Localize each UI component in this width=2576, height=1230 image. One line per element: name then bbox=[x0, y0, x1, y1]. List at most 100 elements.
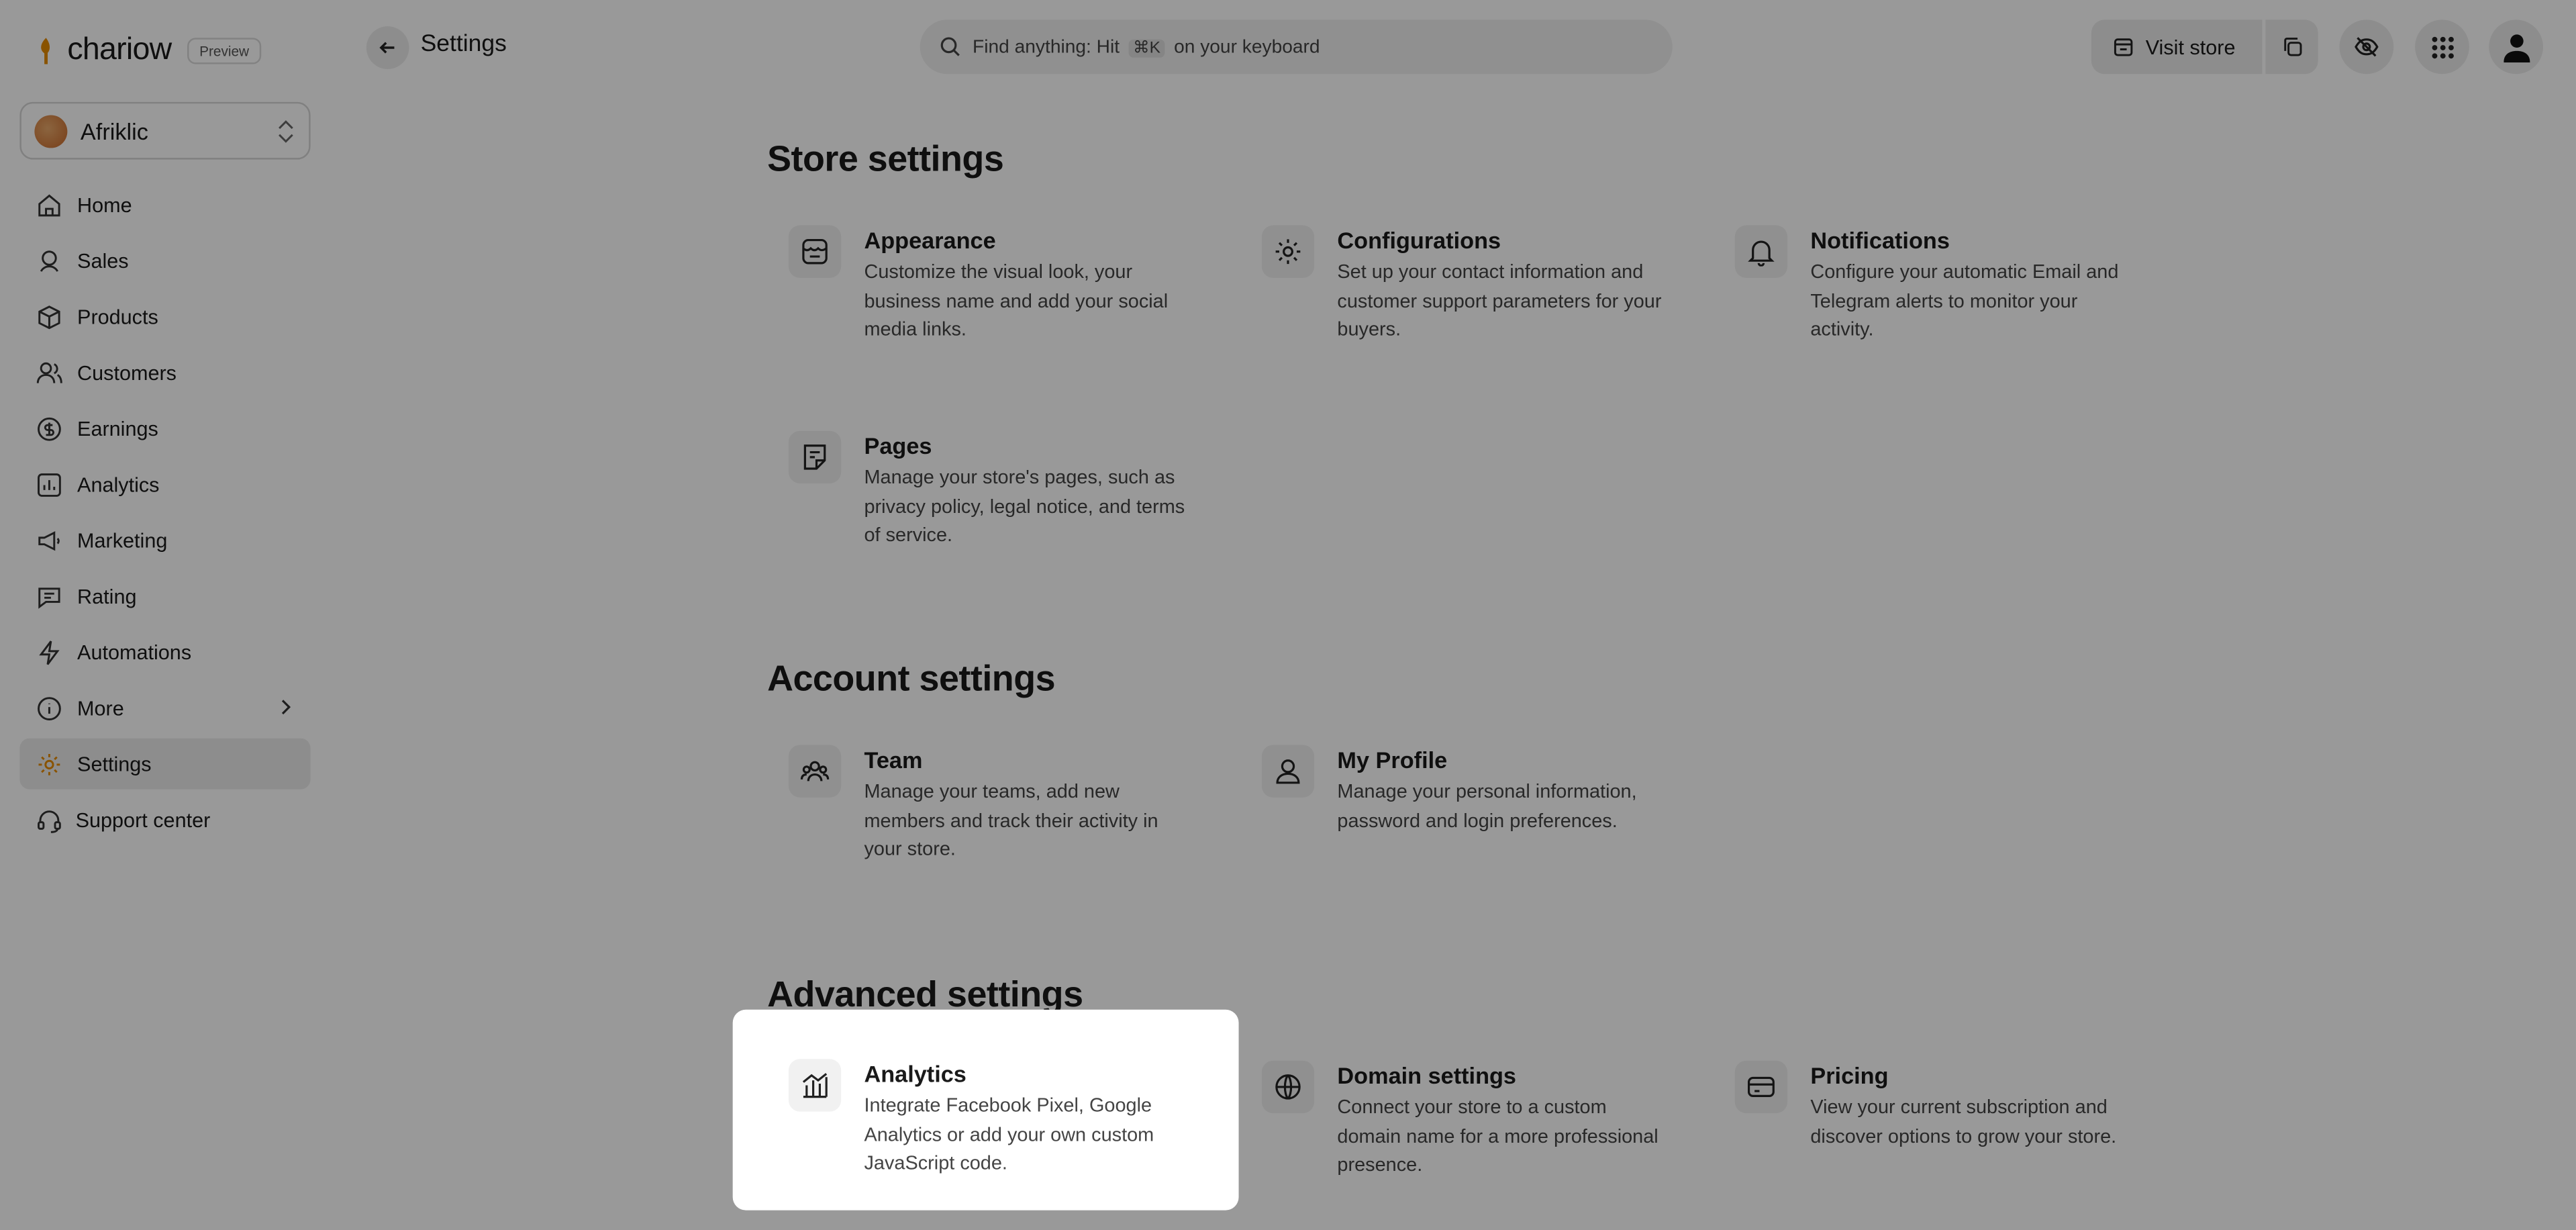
copy-link-button[interactable] bbox=[2265, 19, 2318, 75]
box-icon bbox=[36, 303, 62, 330]
pages-card[interactable]: Pages Manage your store's pages, such as… bbox=[788, 430, 1281, 615]
gear-icon bbox=[1261, 225, 1315, 278]
search-icon bbox=[940, 36, 961, 58]
section-title-account: Account settings bbox=[767, 657, 1056, 699]
sidebar-item-label: Settings bbox=[77, 752, 152, 775]
logo-text: chariow bbox=[67, 32, 172, 68]
card-title: Analytics bbox=[864, 1060, 967, 1087]
app-window: chariow Preview Settings Find anything: … bbox=[0, 0, 2576, 1230]
sidebar-item-label: Automations bbox=[77, 640, 192, 664]
search-input[interactable]: Find anything: Hit ⌘K on your keyboard bbox=[920, 19, 1673, 75]
card-title: Pricing bbox=[1810, 1062, 1889, 1089]
sidebar: Afriklic Home Sales Products Customers E… bbox=[0, 94, 329, 1230]
sidebar-item-label: Sales bbox=[77, 249, 129, 273]
card-description: View your current subscription and disco… bbox=[1810, 1095, 2117, 1147]
card-title: Domain settings bbox=[1337, 1062, 1516, 1089]
document-icon bbox=[788, 430, 842, 484]
appearance-card[interactable]: Appearance Customize the visual look, yo… bbox=[788, 225, 1281, 410]
card-description: Manage your teams, add new members and t… bbox=[864, 779, 1158, 861]
team-card[interactable]: Team Manage your teams, add new members … bbox=[788, 745, 1281, 929]
comment-icon bbox=[36, 583, 62, 609]
sidebar-item-customers[interactable]: Customers bbox=[19, 347, 310, 398]
hide-balance-button[interactable] bbox=[2339, 19, 2394, 75]
chevron-right-icon bbox=[278, 697, 294, 716]
visit-store-label: Visit store bbox=[2145, 35, 2236, 58]
eye-off-icon bbox=[2355, 34, 2379, 59]
notifications-card[interactable]: Notifications Configure your automatic E… bbox=[1734, 225, 2228, 410]
team-icon bbox=[788, 745, 842, 798]
sidebar-item-settings[interactable]: Settings bbox=[19, 738, 311, 790]
sidebar-item-label: Products bbox=[77, 305, 158, 328]
spotlight-frame: Analytics Integrate Facebook Pixel, Goog… bbox=[732, 1009, 1239, 1211]
search-placeholder: Find anything: Hit ⌘K on your keyboard bbox=[973, 37, 1320, 57]
sidebar-item-analytics[interactable]: Analytics bbox=[19, 459, 310, 510]
home-icon bbox=[36, 191, 62, 218]
my-profile-card[interactable]: My Profile Manage your personal informat… bbox=[1261, 745, 1754, 929]
sidebar-item-more[interactable]: More bbox=[19, 682, 310, 733]
sidebar-item-earnings[interactable]: Earnings bbox=[19, 403, 310, 454]
dollar-icon bbox=[36, 415, 62, 441]
logo-mark-icon bbox=[34, 34, 57, 67]
user-menu-button[interactable] bbox=[2489, 19, 2544, 75]
sidebar-nav: Home Sales Products Customers Earnings A… bbox=[19, 179, 311, 794]
sidebar-item-automations[interactable]: Automations bbox=[19, 626, 310, 677]
card-description: Configure your automatic Email and Teleg… bbox=[1810, 259, 2119, 341]
support-center-link[interactable]: Support center bbox=[36, 808, 210, 834]
sidebar-item-rating[interactable]: Rating bbox=[19, 571, 310, 622]
apps-button[interactable] bbox=[2415, 19, 2469, 75]
sidebar-item-label: More bbox=[77, 696, 124, 720]
sidebar-item-marketing[interactable]: Marketing bbox=[19, 515, 310, 566]
sidebar-item-label: Home bbox=[77, 193, 132, 217]
pricing-card[interactable]: Pricing View your current subscription a… bbox=[1734, 1060, 2228, 1230]
card-title: Appearance bbox=[864, 226, 996, 254]
analytics-card[interactable]: Analytics Integrate Facebook Pixel, Goog… bbox=[788, 1059, 1281, 1230]
shortcut-key: ⌘K bbox=[1128, 38, 1166, 57]
store-name: Afriklic bbox=[80, 117, 148, 144]
users-icon bbox=[36, 359, 62, 385]
sales-icon bbox=[36, 248, 62, 274]
page-title: Settings bbox=[420, 31, 507, 58]
card-description: Integrate Facebook Pixel, Google Analyti… bbox=[864, 1093, 1154, 1175]
store-icon bbox=[2113, 36, 2134, 58]
top-bar: chariow Preview Settings Find anything: … bbox=[0, 0, 2576, 94]
visit-store-button[interactable]: Visit store bbox=[2091, 19, 2263, 75]
card-description: Connect your store to a custom domain na… bbox=[1337, 1095, 1658, 1176]
info-icon bbox=[36, 695, 62, 721]
support-center-label: Support center bbox=[75, 809, 211, 833]
bolt-icon bbox=[36, 639, 62, 665]
credit-card-icon bbox=[1734, 1060, 1788, 1114]
chart-icon bbox=[36, 471, 62, 498]
sidebar-item-products[interactable]: Products bbox=[19, 291, 310, 342]
card-description: Manage your store's pages, such as priva… bbox=[864, 465, 1185, 547]
bell-icon bbox=[1734, 225, 1788, 278]
section-title-store: Store settings bbox=[767, 138, 1004, 179]
sidebar-item-home[interactable]: Home bbox=[19, 179, 310, 230]
card-description: Manage your personal information, passwo… bbox=[1337, 779, 1637, 832]
analytics-icon bbox=[788, 1059, 842, 1112]
chevron-up-down-icon bbox=[276, 118, 295, 144]
user-icon bbox=[2503, 32, 2530, 62]
megaphone-icon bbox=[36, 527, 62, 553]
domain-settings-card[interactable]: Domain settings Connect your store to a … bbox=[1261, 1060, 1754, 1230]
card-title: Notifications bbox=[1810, 226, 1950, 254]
configurations-card[interactable]: Configurations Set up your contact infor… bbox=[1261, 225, 1754, 410]
store-switcher[interactable]: Afriklic bbox=[19, 101, 311, 160]
copy-icon bbox=[2281, 36, 2303, 58]
headset-icon bbox=[36, 808, 62, 834]
arrow-left-icon bbox=[378, 38, 397, 57]
card-title: My Profile bbox=[1337, 746, 1448, 773]
card-description: Customize the visual look, your business… bbox=[864, 259, 1169, 341]
sidebar-item-label: Earnings bbox=[77, 416, 158, 440]
sidebar-item-label: Customers bbox=[77, 361, 177, 384]
gear-icon bbox=[36, 751, 62, 777]
preview-badge: Preview bbox=[187, 38, 261, 64]
card-title: Configurations bbox=[1337, 226, 1501, 254]
sidebar-item-label: Analytics bbox=[77, 473, 160, 496]
sidebar-item-label: Marketing bbox=[77, 528, 168, 552]
card-description: Set up your contact information and cust… bbox=[1337, 259, 1662, 341]
back-button[interactable] bbox=[366, 26, 409, 69]
profile-icon bbox=[1261, 745, 1315, 798]
logo[interactable]: chariow Preview bbox=[34, 32, 261, 69]
sidebar-item-label: Rating bbox=[77, 584, 137, 608]
sidebar-item-sales[interactable]: Sales bbox=[19, 235, 310, 286]
